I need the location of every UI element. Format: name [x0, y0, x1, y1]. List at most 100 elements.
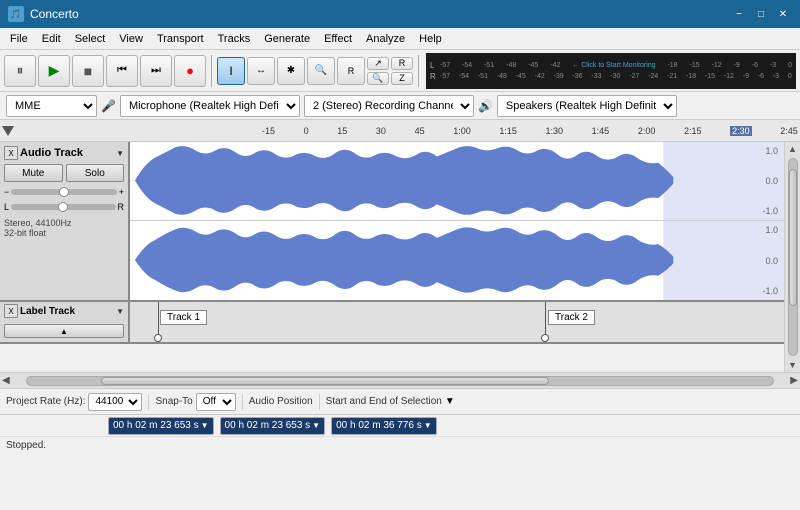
selection-end-arrow[interactable]: ▼: [424, 421, 432, 430]
vu-l-label: L: [430, 61, 438, 70]
hscroll-track[interactable]: [26, 376, 775, 386]
status-bar: Project Rate (Hz): 44100 48000 96000 Sna…: [0, 388, 800, 414]
audio-track: X Audio Track ▼ Mute Solo − + L: [0, 142, 784, 302]
status-sep-1: [148, 394, 149, 410]
label-tag-1[interactable]: Track 1: [160, 310, 207, 325]
vu-meter[interactable]: L -57-54-51-48-45-42 ← Click to Start Mo…: [426, 53, 796, 89]
record-button[interactable]: ●: [174, 55, 206, 87]
device-bar: MME DirectSound WASAPI 🎤 Microphone (Rea…: [0, 92, 800, 120]
click-to-monitor[interactable]: ← Click to Start Monitoring: [572, 62, 655, 69]
audio-position-value[interactable]: 00 h 02 m 23 653 s ▼: [108, 417, 214, 435]
timeline-cursor[interactable]: [2, 126, 14, 136]
menu-generate[interactable]: Generate: [258, 31, 316, 47]
snap-to-label: Snap-To: [155, 396, 192, 407]
ruler-mark: 0: [304, 126, 309, 136]
audio-track-close[interactable]: X: [4, 146, 18, 160]
draw-tool-btn[interactable]: ✱: [277, 57, 305, 85]
label-tag-2[interactable]: Track 2: [548, 310, 595, 325]
label-track: X Label Track ▼ ▲ Track 1 Tr: [0, 302, 784, 344]
solo-button[interactable]: Solo: [66, 164, 125, 182]
vertical-scrollbar[interactable]: ▲ ▼: [784, 142, 800, 372]
speaker-select[interactable]: Speakers (Realtek High Definiti: [497, 95, 677, 117]
hscroll-right[interactable]: ▶: [790, 375, 798, 386]
ruler-mark: 2:15: [684, 126, 702, 136]
close-button[interactable]: ✕: [774, 6, 792, 22]
mic-select[interactable]: Microphone (Realtek High Defi...: [120, 95, 300, 117]
label2-pin: [545, 302, 546, 342]
tool-extra-4[interactable]: Z: [391, 72, 413, 85]
horizontal-scrollbar[interactable]: ◀ ▶: [0, 372, 800, 388]
ch1-mid-label: 0.0: [765, 176, 778, 186]
minimize-button[interactable]: −: [730, 6, 748, 22]
selection-start-arrow[interactable]: ▼: [312, 421, 320, 430]
ruler-mark: 30: [376, 126, 386, 136]
snap-to-select[interactable]: Off On: [196, 393, 236, 411]
maximize-button[interactable]: □: [752, 6, 770, 22]
hscroll-left[interactable]: ◀: [2, 375, 10, 386]
audio-position-arrow[interactable]: ▼: [201, 421, 209, 430]
mic-icon: 🎤: [101, 99, 116, 113]
ruler-mark: 2:30: [730, 126, 752, 136]
toolbar-separator-2: [418, 55, 419, 87]
ch1-top-label: 1.0: [765, 146, 778, 156]
ch1-bot-label: -1.0: [762, 206, 778, 216]
vscroll-track[interactable]: [788, 158, 798, 356]
label-track-controls: X Label Track ▼ ▲: [0, 302, 130, 342]
track-info: Stereo, 44100Hz32-bit float: [4, 218, 124, 238]
label-track-up[interactable]: ▲: [4, 324, 124, 338]
vu-r-label: R: [430, 72, 438, 81]
bottom-status-bar: Stopped.: [0, 436, 800, 454]
vscroll-thumb[interactable]: [789, 169, 797, 306]
status-sep-3: [319, 394, 320, 410]
selection-end-value[interactable]: 00 h 02 m 36 776 s ▼: [331, 417, 437, 435]
skip-start-button[interactable]: ⏮: [106, 55, 138, 87]
label-track-area[interactable]: Track 1 Track 2: [130, 302, 784, 342]
audio-host-select[interactable]: MME DirectSound WASAPI: [6, 95, 97, 117]
audio-track-menu-arrow[interactable]: ▼: [116, 149, 124, 158]
menu-effect[interactable]: Effect: [318, 31, 358, 47]
selection-tool-btn[interactable]: I: [217, 57, 245, 85]
menu-file[interactable]: File: [4, 31, 34, 47]
app-icon: 🎵: [8, 6, 24, 22]
label-track-menu-arrow[interactable]: ▼: [116, 307, 124, 316]
menu-transport[interactable]: Transport: [151, 31, 210, 47]
ruler-mark: 45: [415, 126, 425, 136]
label-track-close[interactable]: X: [4, 304, 18, 318]
menu-select[interactable]: Select: [69, 31, 112, 47]
vscroll-up[interactable]: ▲: [786, 142, 799, 156]
menu-edit[interactable]: Edit: [36, 31, 67, 47]
menu-analyze[interactable]: Analyze: [360, 31, 411, 47]
r-tool-btn[interactable]: R: [337, 57, 365, 85]
pause-button[interactable]: ⏸: [4, 55, 36, 87]
audio-track-name: Audio Track: [20, 147, 114, 159]
ruler-mark: 1:00: [453, 126, 471, 136]
tool-extra-1[interactable]: ↗: [367, 57, 389, 70]
tracks-area: X Audio Track ▼ Mute Solo − + L: [0, 142, 784, 372]
waveform-ch2: [130, 221, 784, 300]
ch2-mid-label: 0.0: [765, 256, 778, 266]
hscroll-thumb[interactable]: [101, 377, 549, 385]
mute-button[interactable]: Mute: [4, 164, 63, 182]
menu-tracks[interactable]: Tracks: [212, 31, 257, 47]
vscroll-down[interactable]: ▼: [786, 358, 799, 372]
pan-slider[interactable]: [11, 204, 115, 210]
tool-extra-2[interactable]: R: [391, 57, 413, 70]
stopped-label: Stopped.: [6, 440, 46, 451]
play-button[interactable]: ▶: [38, 55, 70, 87]
time-shift-tool-btn[interactable]: ↔: [247, 57, 275, 85]
selection-dropdown-arrow[interactable]: ▼: [445, 396, 455, 407]
status-values-bar: 00 h 02 m 23 653 s ▼ 00 h 02 m 23 653 s …: [0, 414, 800, 436]
selection-start-value[interactable]: 00 h 02 m 23 653 s ▼: [220, 417, 326, 435]
menu-view[interactable]: View: [113, 31, 149, 47]
gain-slider[interactable]: [11, 189, 116, 195]
label1-pin: [158, 302, 159, 342]
ruler-mark: -15: [262, 126, 275, 136]
zoom-tool-btn[interactable]: 🔍: [307, 57, 335, 85]
tool-extra-3[interactable]: 🔍: [367, 72, 389, 85]
stop-button[interactable]: ■: [72, 55, 104, 87]
menu-help[interactable]: Help: [413, 31, 448, 47]
audio-waveform-area[interactable]: 1.0 0.0 -1.0 1.0 0.0 -1: [130, 142, 784, 300]
channels-select[interactable]: 2 (Stereo) Recording Channels: [304, 95, 474, 117]
project-rate-select[interactable]: 44100 48000 96000: [88, 393, 142, 411]
skip-end-button[interactable]: ⏭: [140, 55, 172, 87]
